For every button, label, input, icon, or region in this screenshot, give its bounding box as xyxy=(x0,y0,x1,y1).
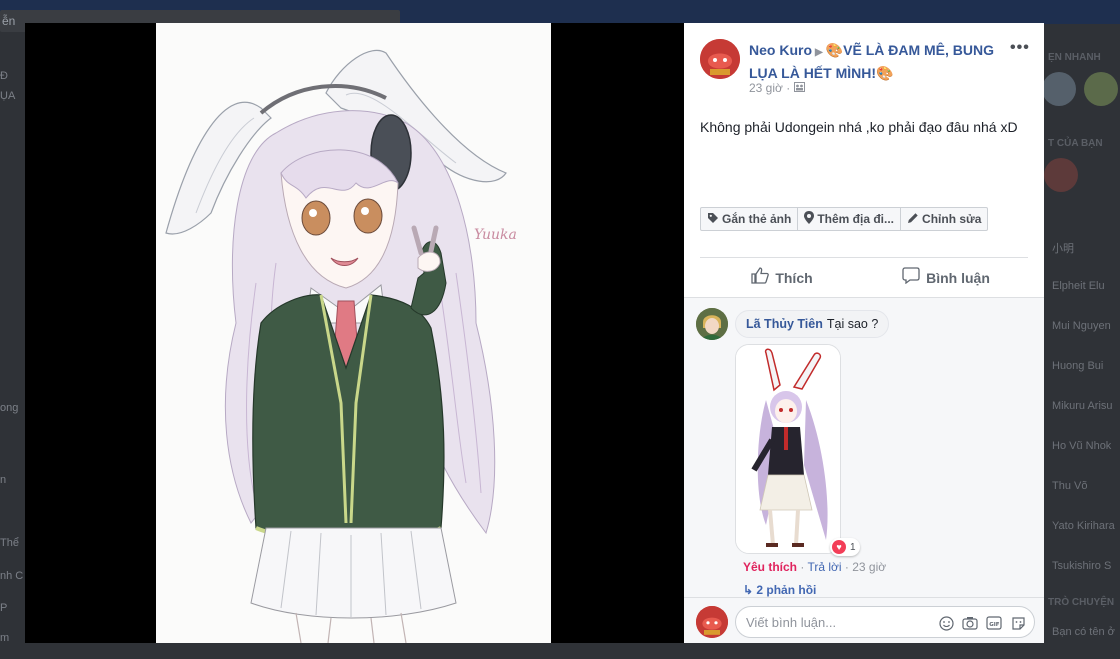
left-snippet: n xyxy=(0,474,7,486)
comment-composer: GIF xyxy=(684,597,1044,643)
reply-link[interactable]: Trả lời xyxy=(807,560,841,574)
reaction-count: 1 xyxy=(850,541,856,553)
add-location-label: Thêm địa đi... xyxy=(817,212,895,226)
composer-avatar-image xyxy=(696,606,728,638)
more-options-icon[interactable]: ••• xyxy=(1010,39,1030,57)
thumbs-up-icon xyxy=(751,267,770,288)
avatar xyxy=(1084,72,1118,106)
left-snippet: ong xyxy=(0,402,19,414)
tag-photo-label: Gắn thẻ ảnh xyxy=(722,212,792,226)
comment-bubble-icon xyxy=(902,267,920,288)
post-info-panel: Neo Kuro ▶ 🎨VẼ LÀ ĐAM MÊ, BUNG LỤA LÀ HẾT … xyxy=(684,23,1044,643)
view-replies-link[interactable]: ↳ 2 phản hồi xyxy=(743,583,816,597)
poster-avatar[interactable] xyxy=(700,39,740,79)
comment-image-illustration xyxy=(736,345,840,553)
comment-author[interactable]: Lã Thủy Tiên xyxy=(746,317,823,331)
commenter-avatar-image xyxy=(696,308,728,340)
pencil-icon xyxy=(907,212,919,227)
left-snippet: ỤA xyxy=(0,90,16,102)
post-time[interactable]: 23 giờ xyxy=(749,81,783,95)
tag-photo-button[interactable]: Gắn thẻ ảnh xyxy=(701,208,799,230)
comment-image[interactable] xyxy=(735,344,841,554)
comment-time[interactable]: 23 giờ xyxy=(852,560,886,574)
contact-name: Mui Nguyen xyxy=(1052,320,1111,332)
composer-icons: GIF xyxy=(936,613,1028,633)
separator: · xyxy=(841,560,853,574)
emoji-icon[interactable] xyxy=(936,613,956,633)
comment-actions: Yêu thích · Trả lời · 23 giờ xyxy=(743,560,886,574)
search-snippet: ễn xyxy=(2,14,16,28)
composer-avatar xyxy=(696,606,728,638)
contact-name: Mikuru Arisu xyxy=(1052,400,1113,412)
comment-label: Bình luận xyxy=(926,269,990,286)
svg-text:GIF: GIF xyxy=(989,622,1000,628)
avatar xyxy=(1044,158,1078,192)
avatar-image xyxy=(700,39,740,79)
sidebar-heading: TRÒ CHUYỆN xyxy=(1048,597,1115,608)
avatar xyxy=(1042,72,1076,106)
left-snippet: Thể xyxy=(0,537,19,549)
post-actions: Thích Bình luận xyxy=(700,257,1028,297)
left-snippet: P xyxy=(0,602,8,614)
tag-icon xyxy=(707,212,719,227)
photo-tools: Gắn thẻ ảnh Thêm địa đi... Chỉnh sửa xyxy=(700,207,989,231)
contact-name: Ho Vũ Nhok xyxy=(1052,440,1112,452)
reaction-count-badge[interactable]: ♥ 1 xyxy=(830,538,860,556)
contact-name: Bạn có tên ở xyxy=(1052,626,1115,638)
love-reaction-link[interactable]: Yêu thích xyxy=(743,560,797,574)
poster-name[interactable]: Neo Kuro xyxy=(749,42,812,58)
comment-button[interactable]: Bình luận xyxy=(864,258,1028,297)
arrow-right-icon: ▶ xyxy=(815,47,823,58)
contact-name: Huong Bui xyxy=(1052,360,1104,372)
meta-separator: · xyxy=(786,81,794,95)
edit-label: Chỉnh sửa xyxy=(922,212,982,226)
comments-section: Lã Thủy Tiên Tại sao ? ♥ 1 Yêu thích · T… xyxy=(684,297,1044,597)
sidebar-heading: ẸN NHANH xyxy=(1048,52,1101,63)
left-snippet: nh C xyxy=(0,570,24,582)
left-snippet: m xyxy=(0,632,10,644)
anime-drawing-illustration: Yuuka xyxy=(165,49,517,643)
add-location-button[interactable]: Thêm địa đi... xyxy=(798,208,902,230)
location-pin-icon xyxy=(804,211,815,227)
reply-arrow-icon: ↳ xyxy=(743,583,757,597)
contact-name: Yato Kirihara xyxy=(1052,520,1115,532)
post-meta: 23 giờ · xyxy=(749,81,805,95)
contact-name: Elpheit Elu xyxy=(1052,280,1105,292)
artist-signature: Yuuka xyxy=(474,227,517,243)
comment-text: Tại sao ? xyxy=(826,317,879,331)
right-sidebar: ẸN NHANH T CỦA BẠN 小明 Elpheit Elu Mui Ng… xyxy=(1042,40,1120,659)
left-snippet: Đ xyxy=(0,70,8,82)
replies-label: 2 phản hồi xyxy=(756,583,817,597)
camera-icon[interactable] xyxy=(960,613,980,633)
like-button[interactable]: Thích xyxy=(700,258,864,297)
comment-input[interactable] xyxy=(746,615,926,630)
photo-viewer: Yuuka xyxy=(25,23,684,643)
post-photo[interactable]: Yuuka xyxy=(156,23,551,643)
love-reaction-icon: ♥ xyxy=(832,540,846,554)
post-header: Neo Kuro ▶ 🎨VẼ LÀ ĐAM MÊ, BUNG LỤA LÀ HẾT … xyxy=(749,40,1009,83)
like-label: Thích xyxy=(775,269,813,286)
contact-name: Thu Võ xyxy=(1052,480,1088,492)
gif-icon[interactable]: GIF xyxy=(984,613,1004,633)
post-text: Không phải Udongein nhá ,ko phải đạo đâu… xyxy=(700,119,1018,135)
contact-name: Tsukishiro S xyxy=(1052,560,1112,572)
contact-name: 小明 xyxy=(1052,243,1074,255)
comment-input-box: GIF xyxy=(735,606,1035,638)
separator: · xyxy=(797,560,808,574)
commenter-avatar[interactable] xyxy=(696,308,728,340)
edit-button[interactable]: Chỉnh sửa xyxy=(901,208,987,230)
sticker-icon[interactable] xyxy=(1008,613,1028,633)
comment-bubble: Lã Thủy Tiên Tại sao ? xyxy=(735,310,890,338)
sidebar-heading: T CỦA BẠN xyxy=(1048,138,1103,149)
group-icon xyxy=(793,81,805,95)
